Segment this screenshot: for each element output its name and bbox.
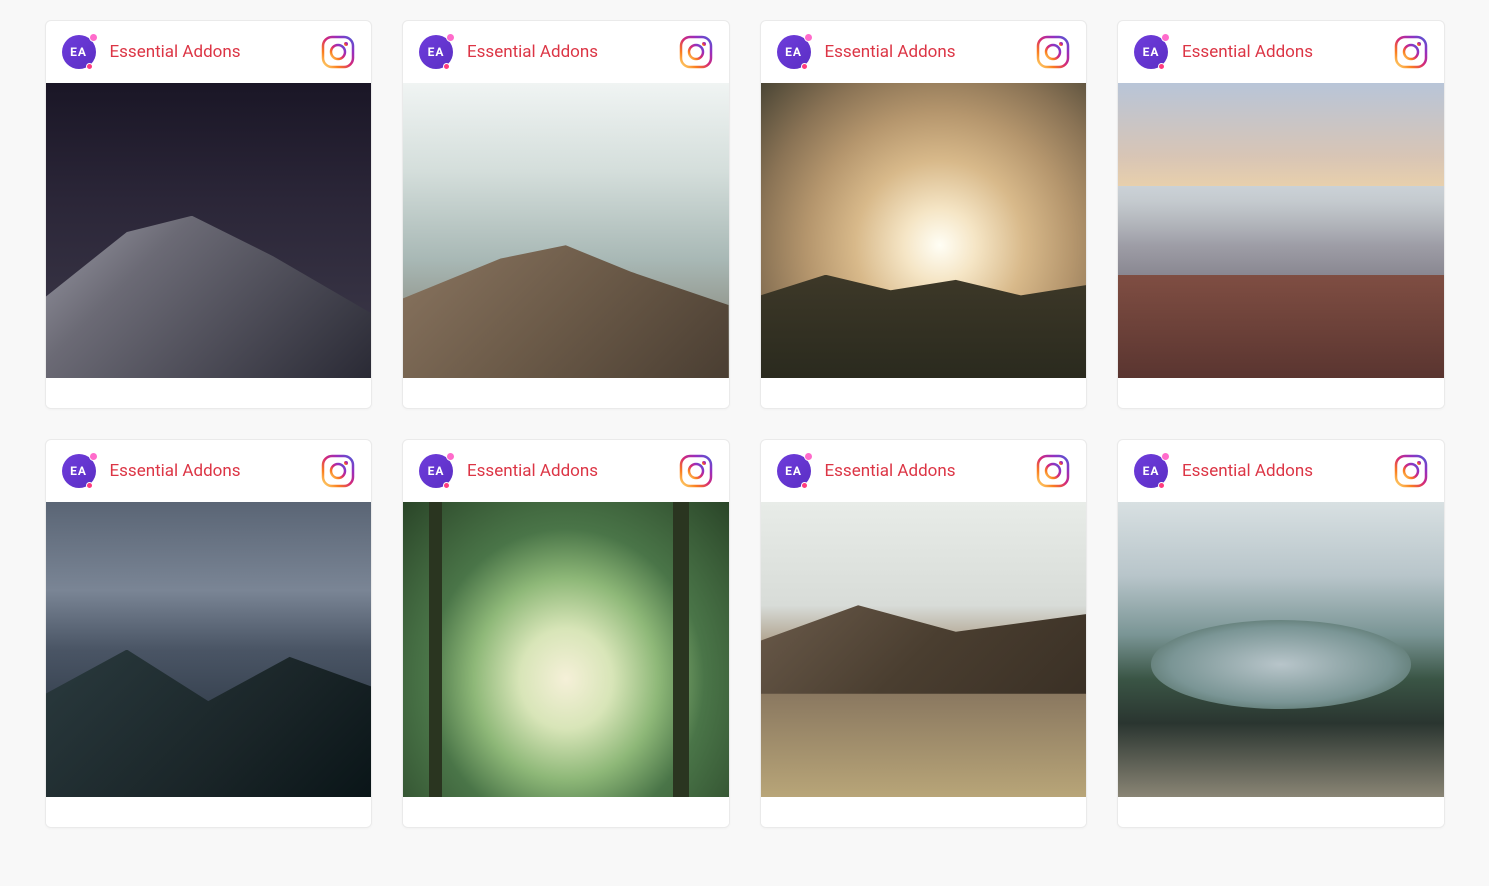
- card-header: EA Essential Addons: [1118, 440, 1444, 502]
- profile-avatar[interactable]: EA: [419, 454, 453, 488]
- profile-avatar[interactable]: EA: [777, 35, 811, 69]
- profile-name-link[interactable]: Essential Addons: [110, 42, 241, 62]
- feed-card[interactable]: EA Essential Addons: [1117, 20, 1445, 409]
- profile-name-link[interactable]: Essential Addons: [1182, 42, 1313, 62]
- header-left: EA Essential Addons: [1134, 35, 1313, 69]
- avatar-decoration-icon: [446, 452, 455, 461]
- post-image[interactable]: [761, 502, 1087, 797]
- avatar-decoration-icon: [1158, 482, 1165, 489]
- avatar-decoration-icon: [801, 482, 808, 489]
- avatar-decoration-icon: [804, 33, 813, 42]
- card-footer: [761, 797, 1087, 827]
- header-left: EA Essential Addons: [419, 454, 598, 488]
- header-left: EA Essential Addons: [777, 454, 956, 488]
- avatar-decoration-icon: [1158, 63, 1165, 70]
- header-left: EA Essential Addons: [62, 454, 241, 488]
- instagram-icon[interactable]: [1394, 35, 1428, 69]
- instagram-icon[interactable]: [679, 35, 713, 69]
- avatar-label: EA: [1143, 45, 1160, 59]
- card-footer: [46, 378, 372, 408]
- header-left: EA Essential Addons: [777, 35, 956, 69]
- post-image[interactable]: [1118, 502, 1444, 797]
- instagram-icon[interactable]: [321, 35, 355, 69]
- feed-card[interactable]: EA Essential Addons: [402, 20, 730, 409]
- feed-card[interactable]: EA Essential Addons: [760, 439, 1088, 828]
- avatar-decoration-icon: [801, 63, 808, 70]
- feed-card[interactable]: EA Essential Addons: [402, 439, 730, 828]
- profile-name-link[interactable]: Essential Addons: [825, 42, 956, 62]
- card-footer: [46, 797, 372, 827]
- profile-name-link[interactable]: Essential Addons: [1182, 461, 1313, 481]
- avatar-decoration-icon: [89, 33, 98, 42]
- card-footer: [403, 378, 729, 408]
- instagram-icon[interactable]: [321, 454, 355, 488]
- profile-avatar[interactable]: EA: [777, 454, 811, 488]
- avatar-decoration-icon: [1161, 33, 1170, 42]
- avatar-label: EA: [428, 45, 445, 59]
- avatar-label: EA: [428, 464, 445, 478]
- post-image[interactable]: [46, 502, 372, 797]
- profile-avatar[interactable]: EA: [62, 454, 96, 488]
- post-image[interactable]: [46, 83, 372, 378]
- avatar-label: EA: [1143, 464, 1160, 478]
- card-footer: [761, 378, 1087, 408]
- avatar-label: EA: [785, 464, 802, 478]
- instagram-icon[interactable]: [1394, 454, 1428, 488]
- profile-name-link[interactable]: Essential Addons: [825, 461, 956, 481]
- avatar-decoration-icon: [443, 482, 450, 489]
- avatar-label: EA: [70, 464, 87, 478]
- card-header: EA Essential Addons: [761, 21, 1087, 83]
- avatar-decoration-icon: [89, 452, 98, 461]
- header-left: EA Essential Addons: [1134, 454, 1313, 488]
- profile-name-link[interactable]: Essential Addons: [467, 461, 598, 481]
- header-left: EA Essential Addons: [419, 35, 598, 69]
- header-left: EA Essential Addons: [62, 35, 241, 69]
- instagram-icon[interactable]: [1036, 35, 1070, 69]
- feed-card[interactable]: EA Essential Addons: [45, 439, 373, 828]
- avatar-decoration-icon: [443, 63, 450, 70]
- profile-avatar[interactable]: EA: [62, 35, 96, 69]
- instagram-icon[interactable]: [1036, 454, 1070, 488]
- card-header: EA Essential Addons: [761, 440, 1087, 502]
- post-image[interactable]: [403, 83, 729, 378]
- instagram-icon[interactable]: [679, 454, 713, 488]
- avatar-label: EA: [785, 45, 802, 59]
- card-header: EA Essential Addons: [403, 440, 729, 502]
- avatar-decoration-icon: [804, 452, 813, 461]
- profile-name-link[interactable]: Essential Addons: [110, 461, 241, 481]
- card-footer: [1118, 797, 1444, 827]
- card-footer: [1118, 378, 1444, 408]
- profile-avatar[interactable]: EA: [1134, 35, 1168, 69]
- card-footer: [403, 797, 729, 827]
- card-header: EA Essential Addons: [46, 440, 372, 502]
- card-header: EA Essential Addons: [46, 21, 372, 83]
- feed-card[interactable]: EA Essential Addons: [760, 20, 1088, 409]
- profile-avatar[interactable]: EA: [1134, 454, 1168, 488]
- feed-card[interactable]: EA Essential Addons: [45, 20, 373, 409]
- card-header: EA Essential Addons: [1118, 21, 1444, 83]
- post-image[interactable]: [403, 502, 729, 797]
- avatar-decoration-icon: [86, 482, 93, 489]
- card-header: EA Essential Addons: [403, 21, 729, 83]
- instagram-feed-grid: EA Essential Addons EA: [45, 20, 1445, 828]
- avatar-decoration-icon: [1161, 452, 1170, 461]
- feed-card[interactable]: EA Essential Addons: [1117, 439, 1445, 828]
- post-image[interactable]: [761, 83, 1087, 378]
- avatar-decoration-icon: [86, 63, 93, 70]
- profile-name-link[interactable]: Essential Addons: [467, 42, 598, 62]
- avatar-label: EA: [70, 45, 87, 59]
- post-image[interactable]: [1118, 83, 1444, 378]
- profile-avatar[interactable]: EA: [419, 35, 453, 69]
- avatar-decoration-icon: [446, 33, 455, 42]
